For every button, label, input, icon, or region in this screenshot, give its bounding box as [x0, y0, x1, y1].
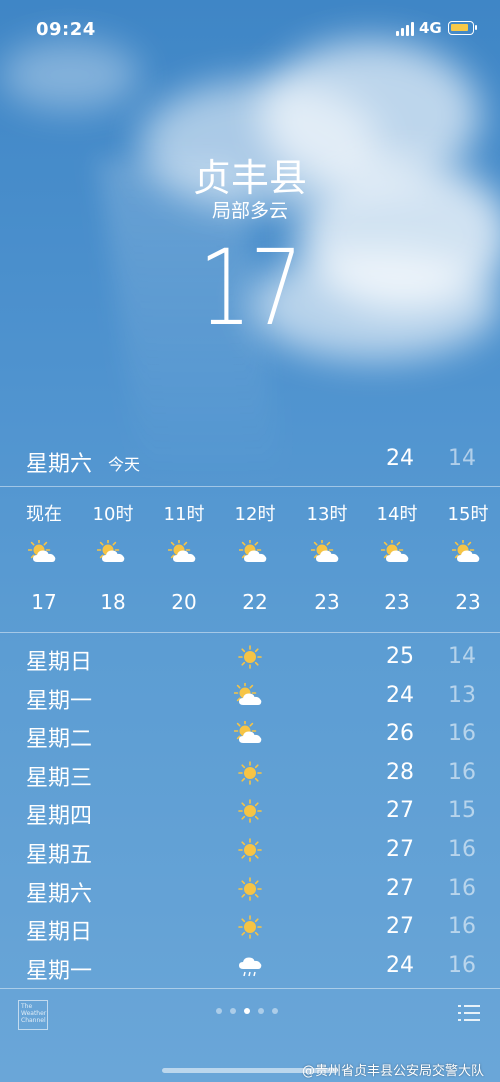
hour-label: 12时 [234, 504, 276, 525]
partly-cloudy-icon [96, 538, 129, 566]
hourly-forecast[interactable]: 现在 17 10时 18 11时 20 12时 22 13时 23 14时 23 15时 23 [0, 488, 500, 632]
home-indicator[interactable] [162, 1068, 338, 1073]
city-name: 贞丰县 [192, 156, 307, 200]
partly-cloudy-icon [380, 538, 413, 566]
sun-icon [234, 837, 266, 863]
hourly-item: 13时 23 [292, 488, 362, 632]
day-high: 27 [386, 914, 414, 940]
sun-icon [234, 798, 266, 824]
battery-icon [448, 21, 477, 35]
page-dot[interactable] [272, 1008, 278, 1014]
hourly-item: 15时 23 [433, 488, 500, 632]
daily-row: 星期一 24 13 [0, 677, 500, 715]
day-low: 16 [448, 721, 476, 747]
partly-cloudy-icon [167, 538, 200, 566]
partly-cloudy-icon [310, 538, 343, 566]
hourly-item: 11时 20 [149, 488, 219, 632]
partly-cloudy-icon [233, 719, 266, 747]
day-high: 24 [386, 952, 414, 978]
hour-label: 10时 [92, 504, 134, 525]
hour-temperature: 23 [455, 590, 481, 614]
partly-cloudy-icon [233, 681, 266, 709]
partly-cloudy-icon [238, 538, 271, 566]
page-dot[interactable] [230, 1008, 236, 1014]
day-high: 24 [386, 682, 414, 708]
partly-cloudy-icon [451, 538, 484, 566]
sun-icon [234, 644, 266, 670]
current-temperature: 17 [198, 227, 303, 349]
page-dot[interactable] [258, 1008, 264, 1014]
day-high: 27 [386, 798, 414, 824]
day-name: 星期日 [26, 920, 93, 946]
hour-temperature: 20 [171, 590, 197, 614]
today-tag: 今天 [108, 455, 141, 474]
today-summary: 星期六 今天 24 14 [0, 440, 500, 480]
network-type: 4G [419, 19, 442, 37]
hour-label: 11时 [163, 504, 205, 525]
day-name: 星期二 [26, 727, 93, 753]
day-high: 28 [386, 759, 414, 785]
daily-row: 星期四 27 15 [0, 792, 500, 830]
day-name: 星期四 [26, 804, 93, 830]
hour-temperature: 17 [31, 590, 57, 614]
status-bar: 09:24 4G [0, 0, 500, 60]
daily-row: 星期六 27 16 [0, 870, 500, 908]
sun-icon [234, 876, 266, 902]
day-name: 星期三 [26, 765, 93, 791]
hour-temperature: 18 [100, 590, 126, 614]
day-low: 16 [448, 952, 476, 978]
signal-icon [396, 22, 414, 36]
weather-condition: 局部多云 [211, 200, 288, 222]
page-indicator[interactable] [216, 1008, 286, 1018]
day-name: 星期六 [26, 881, 93, 907]
day-low: 16 [448, 914, 476, 940]
daily-row: 星期日 25 14 [0, 638, 500, 676]
day-high: 27 [386, 837, 414, 862]
hourly-item: 10时 18 [78, 488, 148, 632]
today-day: 星期六 [26, 452, 93, 477]
day-low: 13 [448, 682, 476, 708]
today-high: 24 [386, 446, 414, 471]
partly-cloudy-icon [27, 538, 60, 566]
day-name: 星期五 [26, 843, 93, 868]
hour-temperature: 22 [242, 590, 268, 614]
day-name: 星期一 [26, 688, 93, 714]
daily-row: 星期五 27 16 [0, 831, 500, 869]
hourly-item: 12时 22 [220, 488, 290, 632]
hour-label: 13时 [306, 504, 348, 525]
today-low: 14 [448, 446, 476, 471]
day-name: 星期日 [26, 650, 93, 675]
day-low: 16 [448, 875, 476, 901]
daily-row: 星期三 28 16 [0, 754, 500, 792]
hour-temperature: 23 [384, 590, 410, 614]
divider [0, 486, 500, 487]
rain-icon [234, 953, 266, 979]
day-low: 16 [448, 759, 476, 785]
hour-label: 现在 [26, 504, 62, 525]
hourly-item: 14时 23 [362, 488, 432, 632]
day-high: 25 [386, 644, 414, 669]
hourly-item: 现在 17 [9, 488, 79, 632]
page-dot-active[interactable] [244, 1008, 250, 1014]
weather-channel-logo[interactable]: The Weather Channel [18, 1000, 48, 1030]
day-high: 27 [386, 875, 414, 901]
status-time: 09:24 [36, 19, 96, 40]
footer: The Weather Channel @贵州省贞丰县公安局交警大队 [0, 988, 500, 1082]
day-low: 16 [448, 837, 476, 862]
sun-icon [234, 760, 266, 786]
day-name: 星期一 [26, 958, 93, 984]
daily-row: 星期日 27 16 [0, 908, 500, 946]
daily-row: 星期二 26 16 [0, 715, 500, 753]
day-high: 26 [386, 721, 414, 747]
daily-row: 星期一 24 16 [0, 947, 500, 985]
divider [0, 632, 500, 633]
day-low: 14 [448, 644, 476, 669]
hour-temperature: 23 [314, 590, 340, 614]
sun-icon [234, 914, 266, 940]
hour-label: 14时 [376, 504, 418, 525]
page-dot[interactable] [216, 1008, 222, 1014]
list-icon[interactable] [458, 1004, 480, 1022]
hour-label: 15时 [447, 504, 489, 525]
day-low: 15 [448, 798, 476, 824]
